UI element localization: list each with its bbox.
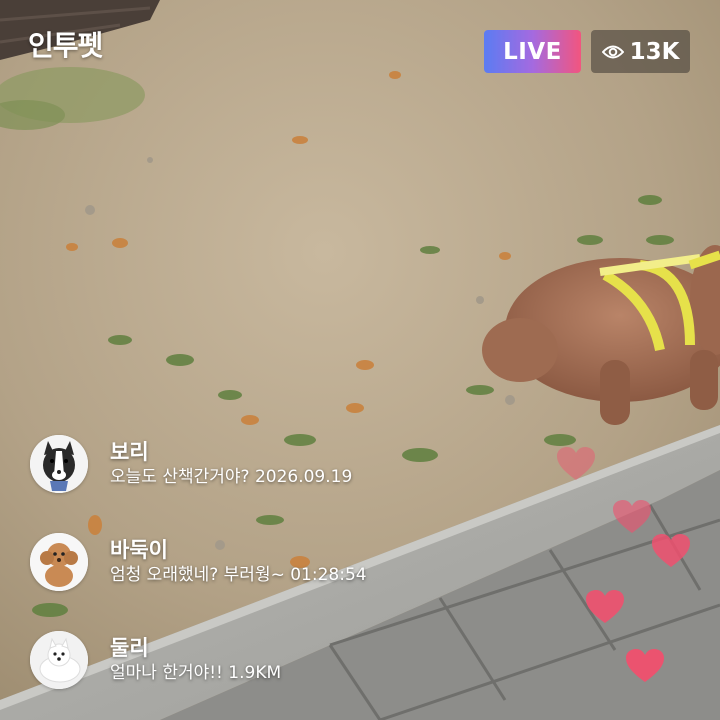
heart-icon xyxy=(613,500,651,533)
avatar[interactable] xyxy=(30,631,88,689)
live-badge: LIVE xyxy=(484,30,581,73)
comment-text: 얼마나 한거야!! 1.9KM xyxy=(110,663,282,683)
heart-icon xyxy=(652,534,690,567)
eye-icon xyxy=(601,44,624,60)
poodle-avatar xyxy=(30,533,88,591)
comment-text: 엄청 오래했네? 부러웡~ 01:28:54 xyxy=(110,565,367,585)
comment-username: 보리 xyxy=(110,440,149,464)
app-title: 인투펫 xyxy=(28,29,103,62)
heart-icon xyxy=(586,590,624,623)
viewer-count-badge: 13K xyxy=(591,30,690,73)
white-dog-avatar xyxy=(30,631,88,689)
border-collie-avatar xyxy=(30,435,88,493)
heart-icon xyxy=(557,447,595,480)
live-label: LIVE xyxy=(503,38,562,65)
chat-comment: 바둑이 엄청 오래했네? 부러웡~ 01:28:54 xyxy=(30,533,367,591)
avatar[interactable] xyxy=(30,435,88,493)
comment-username: 둘리 xyxy=(110,636,149,660)
live-stream-screen: 인투펫 LIVE 13K 보리 오늘도 산책간거야? 2026.09.19 바둑… xyxy=(0,0,720,720)
heart-icon xyxy=(626,649,664,682)
chat-comment: 둘리 얼마나 한거야!! 1.9KM xyxy=(30,631,281,689)
comment-text: 오늘도 산책간거야? 2026.09.19 xyxy=(110,467,353,487)
viewer-count: 13K xyxy=(629,38,680,65)
chat-comment: 보리 오늘도 산책간거야? 2026.09.19 xyxy=(30,435,352,493)
comment-username: 바둑이 xyxy=(110,538,168,562)
avatar[interactable] xyxy=(30,533,88,591)
